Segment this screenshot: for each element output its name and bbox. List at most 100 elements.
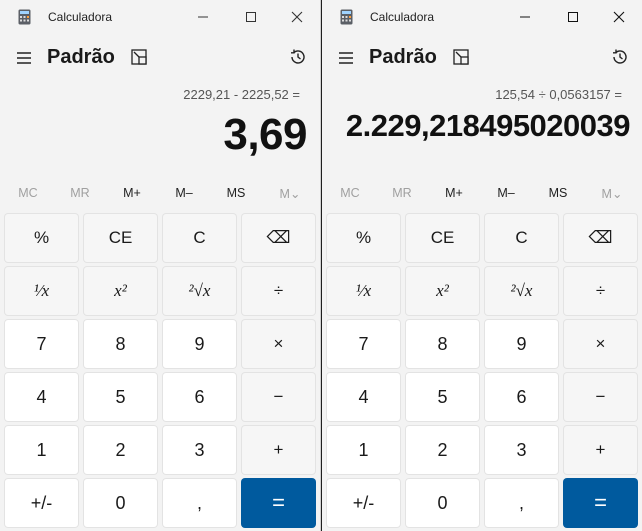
close-button[interactable] [274,0,320,34]
expression-display: 125,54 ÷ 0,0563157 = [495,87,622,102]
memory-clear-button[interactable]: MC [324,186,376,200]
negate-button[interactable]: +/- [4,478,79,528]
equals-button[interactable]: = [563,478,638,528]
keep-on-top-icon[interactable] [130,48,148,66]
square-label: x² [436,281,449,300]
memory-row: MC MR M+ M– MS M⌄ [322,182,642,208]
digit-3-button[interactable]: 3 [484,425,559,475]
divide-button[interactable]: ÷ [563,266,638,316]
minus-button[interactable]: − [563,372,638,422]
history-icon[interactable] [610,47,630,67]
close-icon [613,11,625,23]
mode-title: Padrão [369,46,437,68]
digit-1-button[interactable]: 1 [326,425,401,475]
close-button[interactable] [596,0,642,34]
digit-0-button[interactable]: 0 [83,478,158,528]
multiply-button[interactable]: × [241,319,316,369]
minimize-button[interactable] [180,0,226,34]
plus-button[interactable]: + [563,425,638,475]
hamburger-menu-icon[interactable] [14,48,34,68]
digit-5-button[interactable]: 5 [405,372,480,422]
digit-9-button[interactable]: 9 [162,319,237,369]
square-button[interactable]: x² [405,266,480,316]
hamburger-menu-icon[interactable] [336,48,356,68]
calculator-header: Padrão [0,38,320,78]
result-display: 3,69 [223,110,307,159]
history-icon[interactable] [288,47,308,67]
window-title: Calculadora [48,10,113,24]
memory-subtract-button[interactable]: M– [158,186,210,200]
maximize-button[interactable] [228,0,274,34]
clear-entry-button[interactable]: CE [83,213,158,263]
maximize-button[interactable] [550,0,596,34]
calculator-window-right: Calculadora Padrão 125,54 ÷ 0,0563157 = … [322,0,642,531]
maximize-icon [568,12,578,22]
backspace-button[interactable]: ⌫ [241,213,316,263]
reciprocal-button[interactable]: ¹⁄x [326,266,401,316]
digit-9-button[interactable]: 9 [484,319,559,369]
multiply-button[interactable]: × [563,319,638,369]
digit-7-button[interactable]: 7 [4,319,79,369]
result-display: 2.229,218495020039 [345,108,631,143]
digit-1-button[interactable]: 1 [4,425,79,475]
mode-title: Padrão [47,46,115,68]
reciprocal-label: ¹⁄x [33,281,50,300]
negate-button[interactable]: +/- [326,478,401,528]
clear-button[interactable]: C [162,213,237,263]
calculator-header: Padrão [322,38,642,78]
memory-store-button[interactable]: MS [532,186,584,200]
percent-button[interactable]: % [4,213,79,263]
square-button[interactable]: x² [83,266,158,316]
memory-subtract-button[interactable]: M– [480,186,532,200]
square-root-button[interactable]: ²√x [484,266,559,316]
memory-row: MC MR M+ M– MS M⌄ [0,182,320,208]
digit-7-button[interactable]: 7 [326,319,401,369]
close-icon [291,11,303,23]
memory-recall-button[interactable]: MR [376,186,428,200]
digit-4-button[interactable]: 4 [4,372,79,422]
memory-recall-button[interactable]: MR [54,186,106,200]
minimize-icon [198,16,208,18]
minimize-button[interactable] [502,0,548,34]
backspace-button[interactable]: ⌫ [563,213,638,263]
square-label: x² [114,281,127,300]
calculator-app-icon [340,9,353,25]
memory-list-button[interactable]: M⌄ [586,186,638,201]
divide-button[interactable]: ÷ [241,266,316,316]
plus-button[interactable]: + [241,425,316,475]
decimal-button[interactable]: , [484,478,559,528]
memory-add-button[interactable]: M+ [106,186,158,200]
reciprocal-button[interactable]: ¹⁄x [4,266,79,316]
digit-2-button[interactable]: 2 [405,425,480,475]
square-root-label: ²√x [188,281,211,300]
expression-display: 2229,21 - 2225,52 = [183,87,300,102]
percent-button[interactable]: % [326,213,401,263]
digit-6-button[interactable]: 6 [162,372,237,422]
memory-add-button[interactable]: M+ [428,186,480,200]
digit-3-button[interactable]: 3 [162,425,237,475]
memory-store-button[interactable]: MS [210,186,262,200]
calculator-window-left: Calculadora Padrão 2229,21 - 2225,52 = 3… [0,0,321,531]
title-bar[interactable]: Calculadora [0,0,320,34]
digit-2-button[interactable]: 2 [83,425,158,475]
square-root-label: ²√x [510,281,533,300]
digit-8-button[interactable]: 8 [405,319,480,369]
square-root-button[interactable]: ²√x [162,266,237,316]
digit-0-button[interactable]: 0 [405,478,480,528]
digit-5-button[interactable]: 5 [83,372,158,422]
digit-6-button[interactable]: 6 [484,372,559,422]
keep-on-top-icon[interactable] [452,48,470,66]
memory-list-button[interactable]: M⌄ [264,186,316,201]
clear-button[interactable]: C [484,213,559,263]
maximize-icon [246,12,256,22]
equals-button[interactable]: = [241,478,316,528]
calculator-app-icon [18,9,31,25]
minimize-icon [520,16,530,18]
decimal-button[interactable]: , [162,478,237,528]
minus-button[interactable]: − [241,372,316,422]
memory-clear-button[interactable]: MC [2,186,54,200]
clear-entry-button[interactable]: CE [405,213,480,263]
digit-8-button[interactable]: 8 [83,319,158,369]
title-bar[interactable]: Calculadora [322,0,642,34]
digit-4-button[interactable]: 4 [326,372,401,422]
